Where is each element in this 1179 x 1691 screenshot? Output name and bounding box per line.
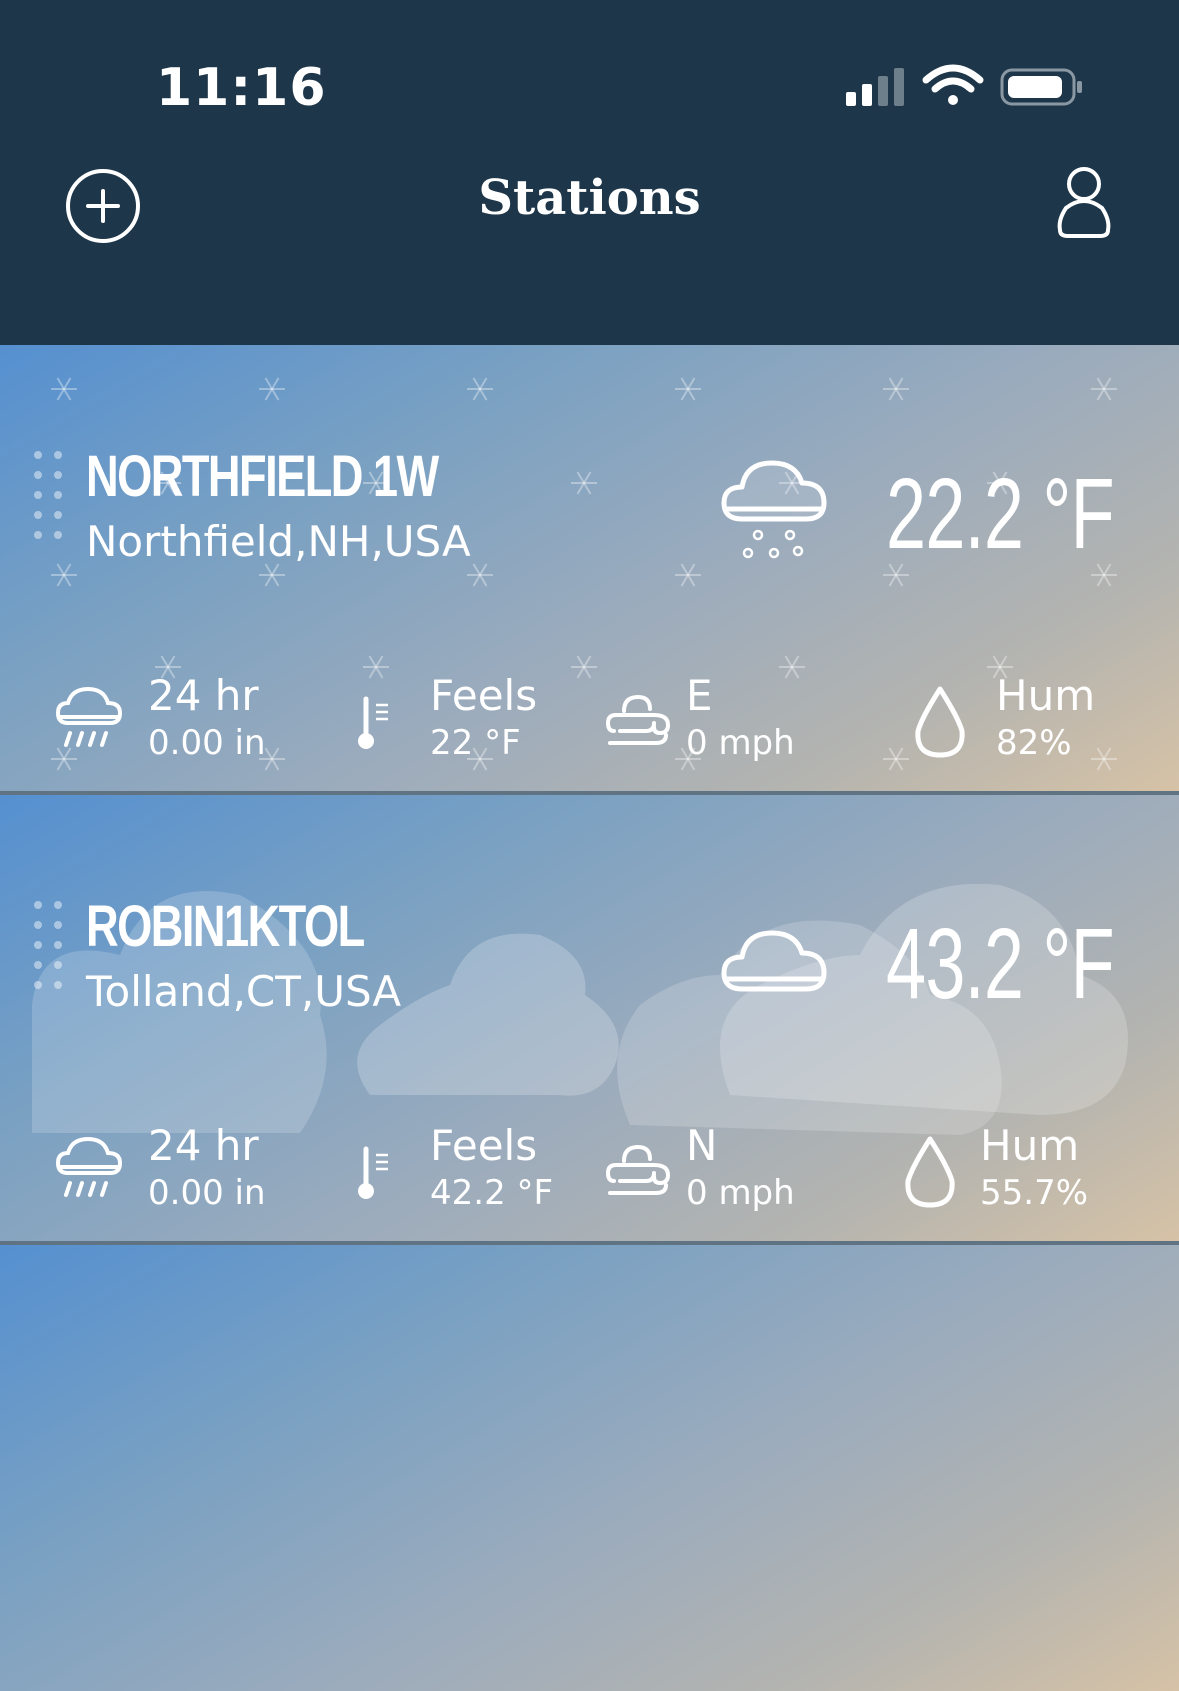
wind-speed: 0 mph <box>686 723 795 763</box>
status-time: 11:16 <box>156 58 327 118</box>
rain-label: 24 hr <box>148 671 259 720</box>
station-location: Tolland,CT,USA <box>86 967 402 1016</box>
current-temperature: 43.2 °F <box>886 908 1115 1020</box>
humidity-drop-icon <box>915 686 965 758</box>
station-location: Northfield,NH,USA <box>86 517 471 566</box>
app-header: 11:16 Stations <box>0 0 1179 345</box>
status-icons <box>846 64 1082 106</box>
thermometer-icon <box>358 696 388 749</box>
cloud-icon <box>721 930 827 992</box>
page-title: Stations <box>478 170 701 226</box>
rain-icon <box>55 1137 123 1197</box>
station-name: ROBIN1KTOL <box>86 894 365 959</box>
drag-handle-icon[interactable] <box>30 899 70 999</box>
feels-value: 42.2 °F <box>430 1173 554 1213</box>
rain-icon <box>55 687 123 747</box>
cellular-signal-icon <box>846 68 904 106</box>
wind-icon <box>606 1144 671 1195</box>
humidity-drop-icon <box>905 1136 955 1208</box>
station-card[interactable]: NORTHFIELD 1W Northfield,NH,USA 22.2 °F … <box>0 345 1179 791</box>
rain-label: 24 hr <box>148 1121 259 1170</box>
profile-icon[interactable] <box>1054 164 1114 240</box>
wind-speed: 0 mph <box>686 1173 795 1213</box>
wind-direction: N <box>686 1121 718 1170</box>
current-temperature: 22.2 °F <box>886 458 1115 570</box>
battery-icon <box>1000 68 1082 106</box>
rain-value: 0.00 in <box>148 1173 266 1213</box>
station-card[interactable] <box>0 1245 1179 1691</box>
feels-label: Feels <box>430 1121 538 1170</box>
wifi-icon <box>922 64 984 105</box>
humidity-value: 82% <box>996 723 1072 763</box>
wind-direction: E <box>686 671 713 720</box>
feels-value: 22 °F <box>430 723 521 763</box>
humidity-value: 55.7% <box>980 1173 1089 1213</box>
station-card[interactable]: ROBIN1KTOL Tolland,CT,USA 43.2 °F 24 hr … <box>0 795 1179 1241</box>
humidity-label: Hum <box>996 671 1096 720</box>
wind-icon <box>606 694 671 745</box>
snow-cloud-icon <box>721 460 827 559</box>
thermometer-icon <box>358 1146 388 1199</box>
station-name: NORTHFIELD 1W <box>86 444 439 509</box>
feels-label: Feels <box>430 671 538 720</box>
drag-handle-icon[interactable] <box>30 449 70 549</box>
rain-value: 0.00 in <box>148 723 266 763</box>
humidity-label: Hum <box>980 1121 1080 1170</box>
